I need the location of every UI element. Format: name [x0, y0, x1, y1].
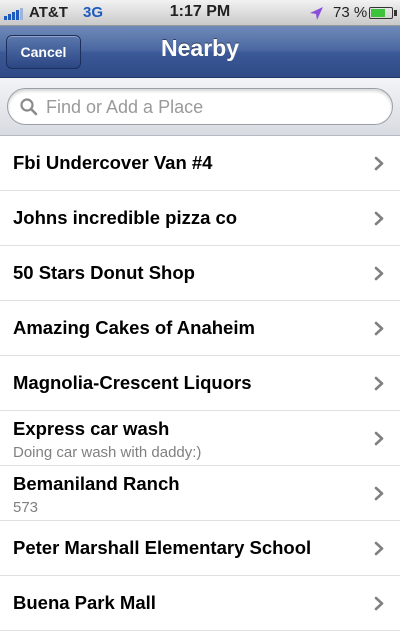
place-name: Peter Marshall Elementary School [13, 537, 312, 558]
chevron-right-icon [374, 431, 384, 446]
battery-level [371, 9, 385, 17]
chevron-right-icon [374, 266, 384, 281]
chevron-right-icon [374, 596, 384, 611]
place-name: Buena Park Mall [13, 592, 156, 613]
status-bar: AT&T 3G 1:17 PM 73 % [0, 0, 400, 26]
chevron-right-icon [374, 486, 384, 501]
place-name: Fbi Undercover Van #4 [13, 152, 213, 173]
search-icon [20, 98, 38, 116]
battery-icon [369, 7, 393, 19]
location-arrow-icon [310, 7, 323, 20]
search-field[interactable] [7, 88, 393, 125]
place-row[interactable]: Fbi Undercover Van #4 [0, 136, 400, 191]
chevron-right-icon [374, 376, 384, 391]
place-subtitle: 573 [13, 499, 39, 516]
place-name: Amazing Cakes of Anaheim [13, 317, 255, 338]
place-row[interactable]: Amazing Cakes of Anaheim [0, 301, 400, 356]
place-subtitle: Doing car wash with daddy:) [13, 444, 202, 461]
place-name: Express car wash [13, 418, 170, 439]
chevron-right-icon [374, 541, 384, 556]
place-name: Magnolia-Crescent Liquors [13, 372, 252, 393]
search-bar [0, 78, 400, 136]
place-name: Johns incredible pizza co [13, 207, 238, 228]
navigation-bar: Cancel Nearby [0, 26, 400, 78]
place-row[interactable]: 50 Stars Donut Shop [0, 246, 400, 301]
place-name: 50 Stars Donut Shop [13, 262, 195, 283]
battery-tip [394, 10, 397, 16]
place-row[interactable]: Peter Marshall Elementary School [0, 521, 400, 576]
chevron-right-icon [374, 321, 384, 336]
place-row[interactable]: Johns incredible pizza co [0, 191, 400, 246]
nearby-places-list: Fbi Undercover Van #4 Johns incredible pi… [0, 136, 400, 631]
place-name: Bemaniland Ranch [13, 473, 180, 494]
page-title: Nearby [161, 35, 239, 61]
place-row[interactable]: Buena Park Mall [0, 576, 400, 631]
place-row[interactable]: Express car wash Doing car wash with dadd… [0, 411, 400, 466]
search-input[interactable] [46, 95, 376, 119]
place-row[interactable]: Bemaniland Ranch 573 [0, 466, 400, 521]
chevron-right-icon [374, 211, 384, 226]
place-row[interactable]: Magnolia-Crescent Liquors [0, 356, 400, 411]
battery-percent: 73 % [333, 4, 368, 21]
chevron-right-icon [374, 156, 384, 171]
